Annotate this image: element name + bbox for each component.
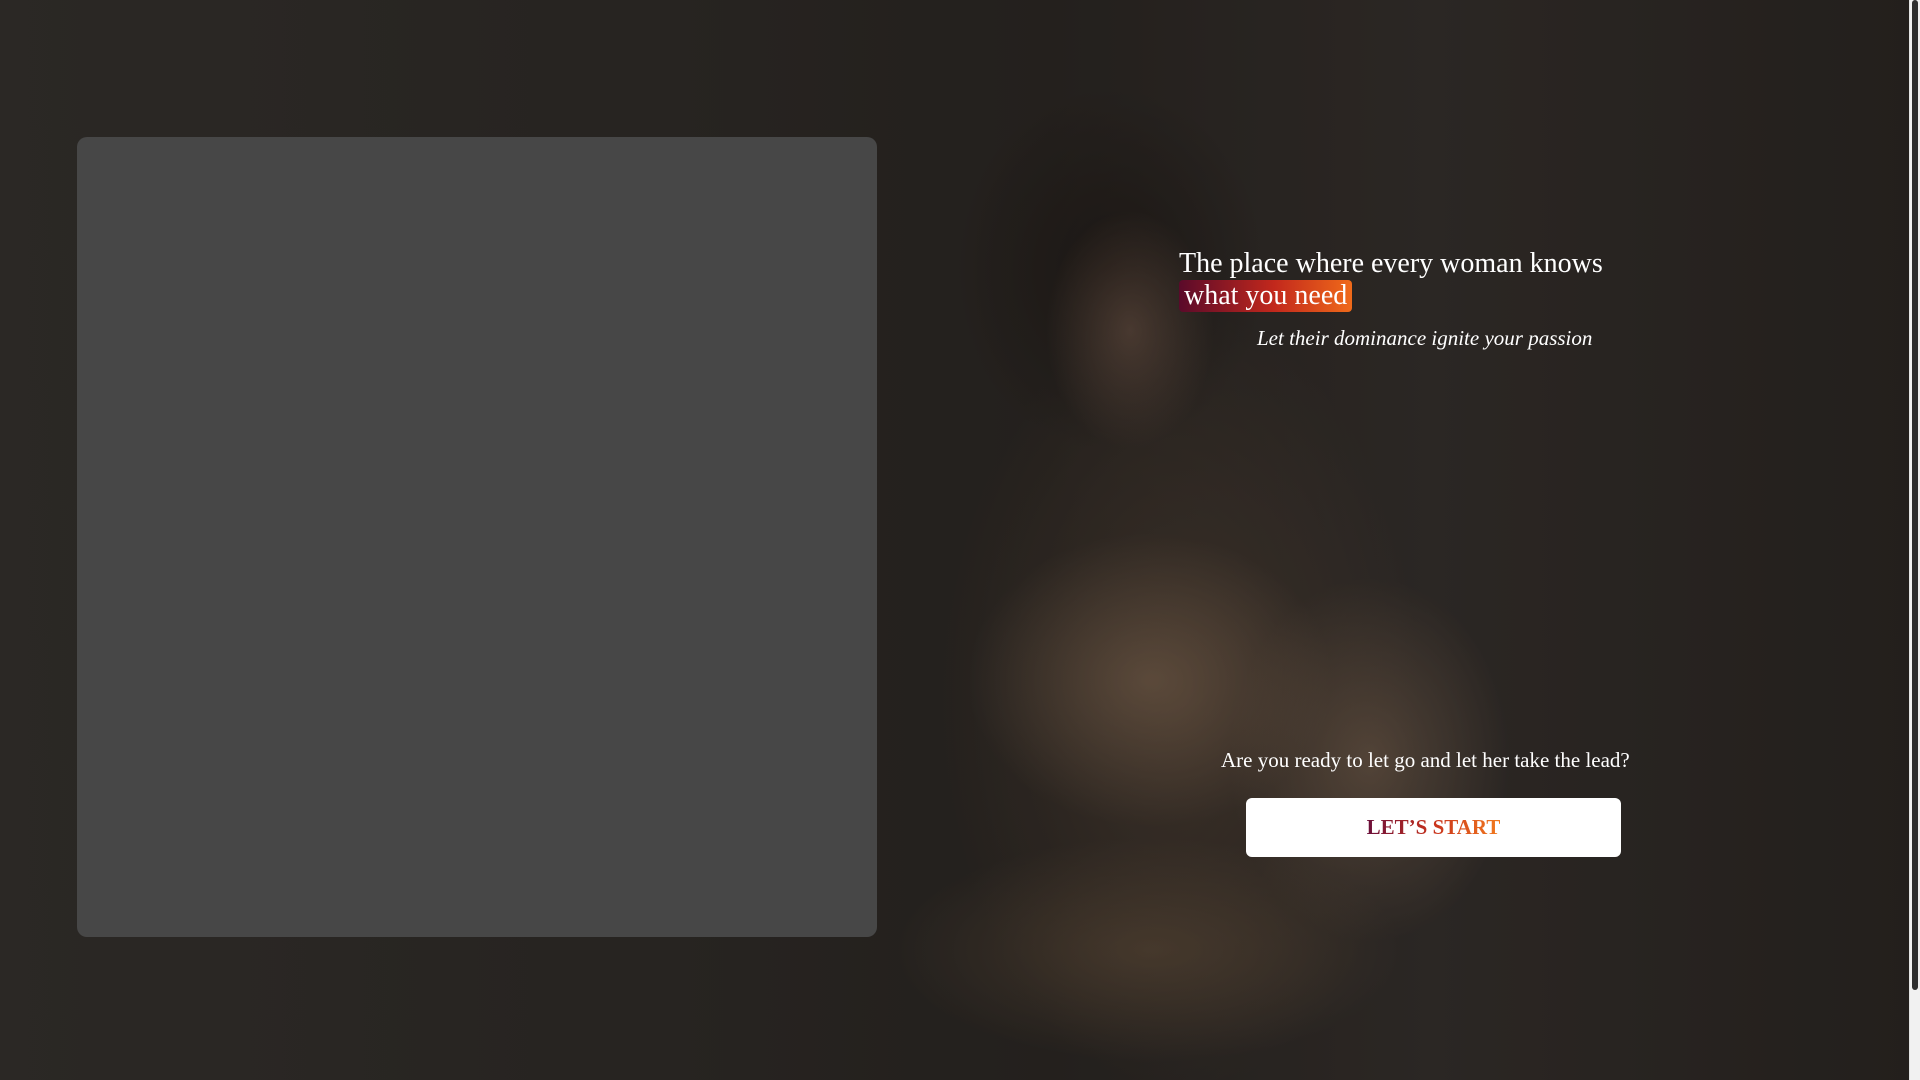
video-panel[interactable] — [77, 137, 877, 937]
hero-section: The place where every woman knows what y… — [1179, 248, 1699, 350]
hero-title-highlight: what you need — [1179, 280, 1353, 312]
hero-title-line: The place where every woman knows — [1179, 248, 1603, 279]
lets-start-button[interactable]: LET’S START — [1246, 798, 1621, 857]
hero-subtitle: Let their dominance ignite your passion — [1257, 326, 1593, 350]
vertical-scrollbar[interactable] — [1909, 0, 1920, 1080]
scrollbar-thumb[interactable] — [1912, 0, 1918, 990]
lets-start-label: LET’S START — [1366, 815, 1501, 839]
landing-page: The place where every woman knows what y… — [0, 0, 1920, 1080]
cta-question: Are you ready to let go and let her take… — [1221, 748, 1630, 772]
hero-title: The place where every woman knows what y… — [1179, 248, 1699, 312]
